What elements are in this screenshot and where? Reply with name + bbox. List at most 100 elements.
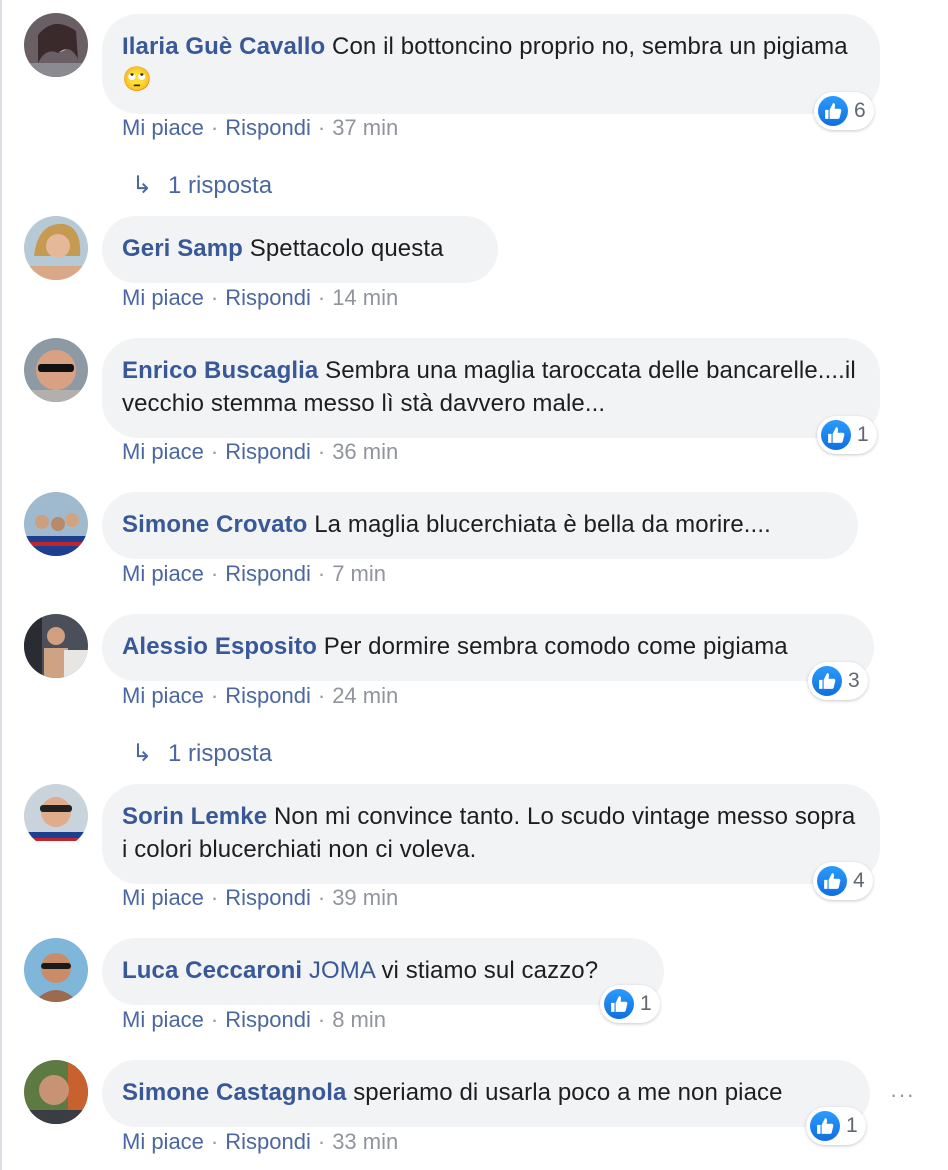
comment-text: La maglia blucerchiata è bella da morire… <box>314 511 771 538</box>
comment-bubble: Simone Castagnola speriamo di usarla poc… <box>102 1060 870 1127</box>
reaction-count[interactable]: 6 <box>814 92 874 130</box>
thread-rule <box>0 0 2 1170</box>
thumbs-up-icon <box>818 96 848 126</box>
comment-text: vi stiamo sul cazzo? <box>381 957 599 984</box>
separator: · <box>317 285 326 310</box>
like-count: 1 <box>640 992 652 1015</box>
more-options-icon[interactable]: ··· <box>890 1082 915 1108</box>
thumbs-up-icon <box>810 1111 840 1141</box>
comment-time[interactable]: 33 min <box>332 1129 398 1154</box>
reply-arrow-icon: ↳ <box>132 740 153 767</box>
separator: · <box>317 115 326 140</box>
avatar[interactable] <box>24 338 88 402</box>
reply-link[interactable]: Rispondi <box>225 1129 311 1154</box>
reply-arrow-icon: ↳ <box>132 172 153 199</box>
like-count: 1 <box>857 423 869 446</box>
comment-text: Con il bottoncino proprio no, sembra un … <box>332 33 848 60</box>
separator: · <box>317 683 326 708</box>
reply-link[interactable]: Rispondi <box>225 439 311 464</box>
comment-bubble: Geri Samp Spettacolo questa <box>102 216 498 283</box>
like-link[interactable]: Mi piace <box>122 561 204 586</box>
separator: · <box>317 1007 326 1032</box>
comment-bubble: Sorin Lemke Non mi convince tanto. Lo sc… <box>102 784 880 884</box>
reply-link[interactable]: Rispondi <box>225 115 311 140</box>
avatar[interactable] <box>24 216 88 280</box>
like-count: 3 <box>848 669 860 692</box>
reply-link[interactable]: Rispondi <box>225 285 311 310</box>
comment-author[interactable]: Enrico Buscaglia <box>122 357 318 384</box>
like-link[interactable]: Mi piace <box>122 1129 204 1154</box>
separator: · <box>210 1007 219 1032</box>
like-link[interactable]: Mi piace <box>122 683 204 708</box>
reaction-count[interactable]: 4 <box>813 862 873 900</box>
separator: · <box>210 285 219 310</box>
comment-time[interactable]: 39 min <box>332 885 398 910</box>
like-link[interactable]: Mi piace <box>122 1007 204 1032</box>
reaction-count[interactable]: 1 <box>600 985 660 1023</box>
comment-time[interactable]: 37 min <box>332 115 398 140</box>
like-count: 1 <box>846 1114 858 1137</box>
separator: · <box>317 439 326 464</box>
separator: · <box>317 561 326 586</box>
comment-time[interactable]: 14 min <box>332 285 398 310</box>
reply-link[interactable]: Rispondi <box>225 885 311 910</box>
rolling-eyes-emoji: 🙄 <box>122 66 152 93</box>
thumbs-up-icon <box>812 666 842 696</box>
comment-actions: Mi piace · Rispondi · 37 min <box>122 115 398 141</box>
reaction-count[interactable]: 1 <box>817 416 877 454</box>
replies-count: 1 risposta <box>168 172 273 199</box>
comment-author[interactable]: Simone Castagnola <box>122 1079 346 1106</box>
avatar[interactable] <box>24 784 88 848</box>
comment-actions: Mi piace · Rispondi · 24 min <box>122 683 398 709</box>
like-link[interactable]: Mi piace <box>122 115 204 140</box>
comment-actions: Mi piace · Rispondi · 14 min <box>122 285 398 311</box>
thumbs-up-icon <box>604 989 634 1019</box>
thumbs-up-icon <box>821 420 851 450</box>
reaction-count[interactable]: 3 <box>808 662 868 700</box>
mention-link[interactable]: JOMA <box>309 957 375 984</box>
avatar[interactable] <box>24 492 88 556</box>
comment-actions: Mi piace · Rispondi · 8 min <box>122 1007 386 1033</box>
view-replies-link[interactable]: ↳ 1 risposta <box>132 171 272 200</box>
comment-time[interactable]: 7 min <box>332 561 386 586</box>
comment-author[interactable]: Simone Crovato <box>122 511 307 538</box>
separator: · <box>210 439 219 464</box>
reply-link[interactable]: Rispondi <box>225 561 311 586</box>
like-link[interactable]: Mi piace <box>122 885 204 910</box>
comment-actions: Mi piace · Rispondi · 7 min <box>122 561 386 587</box>
comment-bubble: Enrico Buscaglia Sembra una maglia taroc… <box>102 338 880 438</box>
separator: · <box>210 561 219 586</box>
avatar[interactable] <box>24 614 88 678</box>
reply-link[interactable]: Rispondi <box>225 1007 311 1032</box>
like-count: 6 <box>854 99 866 122</box>
avatar[interactable] <box>24 13 88 77</box>
comment-bubble: Simone Crovato La maglia blucerchiata è … <box>102 492 858 559</box>
comment-actions: Mi piace · Rispondi · 39 min <box>122 885 398 911</box>
comment-bubble: Luca Ceccaroni JOMA vi stiamo sul cazzo? <box>102 938 664 1005</box>
reaction-count[interactable]: 1 <box>806 1107 866 1145</box>
separator: · <box>317 885 326 910</box>
comment-time[interactable]: 36 min <box>332 439 398 464</box>
comment-author[interactable]: Ilaria Guè Cavallo <box>122 33 325 60</box>
like-link[interactable]: Mi piace <box>122 285 204 310</box>
thumbs-up-icon <box>817 866 847 896</box>
comment-author[interactable]: Alessio Esposito <box>122 633 317 660</box>
comment-time[interactable]: 24 min <box>332 683 398 708</box>
comment-author[interactable]: Luca Ceccaroni <box>122 957 302 984</box>
comment-author[interactable]: Geri Samp <box>122 235 243 262</box>
separator: · <box>210 683 219 708</box>
like-link[interactable]: Mi piace <box>122 439 204 464</box>
comment-author[interactable]: Sorin Lemke <box>122 803 267 830</box>
comment-actions: Mi piace · Rispondi · 36 min <box>122 439 398 465</box>
reply-link[interactable]: Rispondi <box>225 683 311 708</box>
replies-count: 1 risposta <box>168 740 273 767</box>
comment-time[interactable]: 8 min <box>332 1007 386 1032</box>
avatar[interactable] <box>24 938 88 1002</box>
separator: · <box>210 885 219 910</box>
avatar[interactable] <box>24 1060 88 1124</box>
view-replies-link[interactable]: ↳ 1 risposta <box>132 739 272 768</box>
comment-text: Per dormire sembra comodo come pigiama <box>323 633 788 660</box>
separator: · <box>317 1129 326 1154</box>
comment-bubble: Ilaria Guè Cavallo Con il bottoncino pro… <box>102 14 880 114</box>
separator: · <box>210 115 219 140</box>
